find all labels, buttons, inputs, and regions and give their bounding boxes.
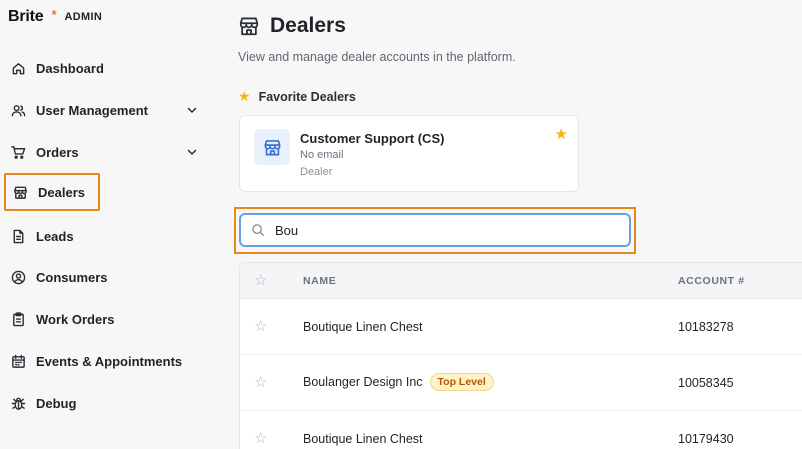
sidebar-item-dashboard[interactable]: Dashboard bbox=[4, 50, 212, 86]
column-header-name[interactable]: NAME bbox=[303, 275, 336, 287]
store-icon bbox=[264, 139, 280, 155]
user-circle-icon bbox=[10, 269, 26, 285]
table-header: ☆ NAME ACCOUNT # bbox=[240, 263, 802, 299]
dealer-name-cell: Boutique Linen Chest bbox=[303, 320, 423, 334]
sidebar-item-label: Consumers bbox=[36, 269, 108, 285]
favorites-title: Favorite Dealers bbox=[258, 89, 356, 104]
sidebar-item-label: Work Orders bbox=[36, 311, 115, 327]
bug-icon bbox=[10, 395, 26, 411]
star-outline-icon[interactable]: ☆ bbox=[254, 429, 267, 447]
clipboard-icon bbox=[10, 311, 26, 327]
page-subtitle: View and manage dealer accounts in the p… bbox=[238, 50, 516, 64]
sidebar-item-debug[interactable]: Debug bbox=[4, 385, 212, 421]
calendar-icon bbox=[10, 353, 26, 369]
sidebar-item-orders[interactable]: Orders bbox=[4, 134, 212, 170]
brand-logo[interactable]: Brite * ADMIN bbox=[8, 6, 103, 26]
dealer-name: Boutique Linen Chest bbox=[303, 432, 423, 446]
sidebar-item-events-appointments[interactable]: Events & Appointments bbox=[4, 343, 212, 379]
document-icon bbox=[10, 228, 26, 244]
dealer-avatar bbox=[254, 129, 290, 165]
search-box[interactable] bbox=[239, 213, 631, 247]
search-highlight bbox=[234, 207, 636, 254]
dealer-name: Boulanger Design Inc bbox=[303, 375, 423, 389]
sidebar-item-label: User Management bbox=[36, 102, 148, 118]
chevron-down-icon[interactable] bbox=[186, 146, 198, 158]
chevron-down-icon[interactable] bbox=[186, 104, 198, 116]
dealer-name: Boutique Linen Chest bbox=[303, 320, 423, 334]
dealer-name-cell: Boutique Linen Chest bbox=[303, 432, 423, 446]
status-badge: Top Level bbox=[429, 373, 494, 391]
search-icon bbox=[252, 224, 264, 236]
table-row[interactable]: ☆ Boutique Linen Chest 10179430 bbox=[240, 411, 802, 449]
account-number: 10058345 bbox=[678, 376, 734, 390]
table-row[interactable]: ☆ Boulanger Design Inc Top Level 1005834… bbox=[240, 355, 802, 411]
sidebar-item-label: Dashboard bbox=[36, 60, 104, 76]
sidebar-item-label: Events & Appointments bbox=[36, 353, 183, 369]
search-input[interactable] bbox=[275, 222, 575, 238]
dealer-email: No email bbox=[300, 149, 344, 161]
sidebar-item-label: Leads bbox=[36, 228, 74, 244]
store-icon bbox=[12, 184, 28, 200]
users-icon bbox=[10, 102, 26, 118]
star-filled-icon: ★ bbox=[238, 88, 251, 104]
sidebar-item-label: Debug bbox=[36, 395, 77, 411]
brand-role: ADMIN bbox=[64, 11, 103, 23]
sidebar-item-user-management[interactable]: User Management bbox=[4, 92, 212, 128]
dealer-role: Dealer bbox=[300, 166, 333, 178]
favorite-star-icon[interactable]: ★ bbox=[555, 125, 568, 143]
dealer-name: Customer Support (CS) bbox=[300, 131, 445, 146]
table-row[interactable]: ☆ Boutique Linen Chest 10183278 bbox=[240, 299, 802, 355]
sidebar-item-label: Orders bbox=[36, 144, 79, 160]
main-content: Dealers View and manage dealer accounts … bbox=[218, 0, 802, 449]
column-header-account[interactable]: ACCOUNT # bbox=[678, 275, 745, 287]
sidebar-item-work-orders[interactable]: Work Orders bbox=[4, 301, 212, 337]
home-icon bbox=[10, 60, 26, 76]
sidebar-item-leads[interactable]: Leads bbox=[4, 218, 212, 254]
brand-name: Brite bbox=[8, 8, 44, 25]
star-outline-icon[interactable]: ☆ bbox=[254, 271, 267, 289]
dealers-table: ☆ NAME ACCOUNT # ☆ Boutique Linen Chest … bbox=[239, 262, 802, 449]
favorites-header: ★ Favorite Dealers bbox=[238, 88, 356, 105]
account-number: 10179430 bbox=[678, 432, 734, 446]
store-icon bbox=[239, 17, 259, 36]
brand-star: * bbox=[51, 6, 57, 22]
star-outline-icon[interactable]: ☆ bbox=[254, 317, 267, 335]
sidebar-item-label: Dealers bbox=[38, 184, 85, 200]
cart-icon bbox=[10, 144, 26, 160]
dealer-name-cell: Boulanger Design Inc Top Level bbox=[303, 373, 494, 391]
favorite-dealer-card[interactable]: Customer Support (CS) No email Dealer ★ bbox=[239, 115, 579, 192]
account-number: 10183278 bbox=[678, 320, 734, 334]
sidebar-item-dealers[interactable]: Dealers bbox=[4, 173, 100, 211]
star-outline-icon[interactable]: ☆ bbox=[254, 373, 267, 391]
sidebar-item-consumers[interactable]: Consumers bbox=[4, 259, 212, 295]
page-title: Dealers bbox=[270, 14, 346, 37]
page-header: Dealers bbox=[238, 14, 346, 38]
sidebar: Brite * ADMIN Dashboard User Management … bbox=[0, 0, 218, 449]
